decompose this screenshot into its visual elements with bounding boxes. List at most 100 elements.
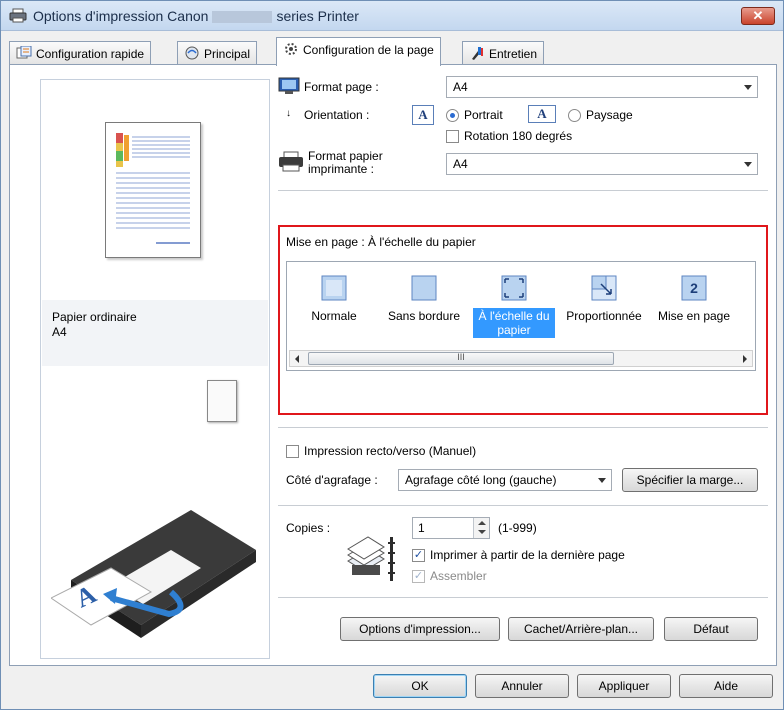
page-preview xyxy=(105,122,201,258)
separator xyxy=(278,505,768,506)
layout-item-label-line1: À l'échelle du xyxy=(478,309,550,323)
scaled-layout-icon xyxy=(591,275,617,301)
ok-button[interactable]: OK xyxy=(373,674,467,698)
quick-setup-icon xyxy=(16,46,32,59)
printer-illustration: A xyxy=(51,510,256,638)
reverse-order-checkbox[interactable]: ✓ xyxy=(412,549,425,562)
layout-item-page-layout[interactable]: 2 Mise en page xyxy=(649,262,739,348)
printer-paper-size-label: Format papier imprimante : xyxy=(308,150,383,176)
fit-to-page-icon xyxy=(501,275,527,301)
stapling-side-value: Agrafage côté long (gauche) xyxy=(405,473,557,487)
page-layout-list: Normale Sans bordure À l'échelle du papi… xyxy=(286,261,756,371)
tab-quick-setup[interactable]: Configuration rapide xyxy=(9,41,152,65)
print-options-window: Options d'impression Canon series Printer… xyxy=(0,0,784,710)
window-title-prefix: Options d'impression Canon xyxy=(33,8,209,24)
layout-item-label: Normale xyxy=(311,309,357,323)
tab-maintenance-label: Entretien xyxy=(489,47,538,61)
landscape-radio[interactable] xyxy=(568,109,581,122)
tab-page-setup-label: Configuration de la page xyxy=(303,43,434,57)
print-options-button[interactable]: Options d'impression... xyxy=(340,617,500,641)
copies-value: 1 xyxy=(418,521,425,535)
page-size-value: A4 xyxy=(453,80,468,94)
printer-paper-icon xyxy=(279,151,303,172)
landscape-orientation-icon: A xyxy=(528,105,556,123)
cancel-button[interactable]: Annuler xyxy=(475,674,569,698)
layout-item-scaled[interactable]: Proportionnée xyxy=(559,262,649,348)
page-size-icon xyxy=(278,77,300,94)
reverse-order-label: Imprimer à partir de la dernière page xyxy=(430,548,625,562)
layout-item-label: À l'échelle du papier xyxy=(473,308,555,338)
printer-paper-size-value: A4 xyxy=(453,157,468,171)
printer-paper-size-select[interactable]: A4 xyxy=(446,153,758,175)
layout-horizontal-scrollbar[interactable]: III xyxy=(289,350,753,367)
layout-item-normal[interactable]: Normale xyxy=(289,262,379,348)
specify-margin-button[interactable]: Spécifier la marge... xyxy=(622,468,758,492)
maintenance-icon xyxy=(472,47,483,60)
chevron-down-icon xyxy=(744,85,752,90)
page-preview-graphic xyxy=(116,133,190,244)
help-button[interactable]: Aide xyxy=(679,674,773,698)
rotate-180-label: Rotation 180 degrés xyxy=(464,129,573,143)
scroll-right-icon[interactable] xyxy=(743,355,747,363)
page-layout-badge: 2 xyxy=(690,280,698,296)
redacted-model xyxy=(212,11,273,24)
apply-button[interactable]: Appliquer xyxy=(577,674,671,698)
duplex-checkbox[interactable] xyxy=(286,445,299,458)
borderless-layout-icon xyxy=(411,275,437,301)
separator xyxy=(278,190,768,191)
rotate-180-checkbox[interactable] xyxy=(446,130,459,143)
spin-up-icon[interactable] xyxy=(478,521,486,525)
page-layout-label: Mise en page : À l'échelle du papier xyxy=(286,235,476,249)
orientation-label: Orientation : xyxy=(304,108,370,122)
spin-down-icon[interactable] xyxy=(478,530,486,534)
close-button[interactable]: ✕ xyxy=(741,7,775,25)
printer-paper-size-label-line2: imprimante : xyxy=(308,162,375,176)
portrait-orientation-icon: A xyxy=(412,105,434,125)
paper-info: Papier ordinaire A4 xyxy=(42,300,268,366)
page-setup-panel: Papier ordinaire A4 A Format page : A4 ↓… xyxy=(9,64,777,666)
copies-range-label: (1-999) xyxy=(498,521,537,535)
copies-label: Copies : xyxy=(286,521,331,535)
page-setup-icon xyxy=(285,43,297,55)
layout-item-fit-to-page[interactable]: À l'échelle du papier xyxy=(469,262,559,348)
tab-page-setup[interactable]: Configuration de la page xyxy=(276,37,441,66)
scrollbar-grip: III xyxy=(457,352,465,362)
copies-stepper[interactable]: 1 xyxy=(412,517,490,539)
landscape-label: Paysage xyxy=(586,108,633,122)
layout-item-label: Proportionnée xyxy=(566,309,642,323)
normal-layout-icon xyxy=(321,275,347,301)
portrait-label: Portrait xyxy=(464,108,503,122)
layout-item-label: Sans bordure xyxy=(387,309,461,323)
layout-item-borderless[interactable]: Sans bordure xyxy=(379,262,469,348)
collate-label: Assembler xyxy=(430,569,487,583)
portrait-radio[interactable] xyxy=(446,109,459,122)
orientation-bullet: ↓ xyxy=(286,108,291,119)
page-size-select[interactable]: A4 xyxy=(446,76,758,98)
stamp-background-button[interactable]: Cachet/Arrière-plan... xyxy=(508,617,654,641)
stapling-side-select[interactable]: Agrafage côté long (gauche) xyxy=(398,469,612,491)
media-type-text: Papier ordinaire xyxy=(52,310,137,324)
tab-maintenance[interactable]: Entretien xyxy=(462,41,545,65)
tab-bar: Configuration rapide Principal Configura… xyxy=(9,37,777,66)
chevron-down-icon xyxy=(744,162,752,167)
paper-orientation-preview xyxy=(207,380,237,422)
tab-main[interactable]: Principal xyxy=(177,41,258,65)
collate-checkbox[interactable]: ✓ xyxy=(412,570,425,583)
title-bar: Options d'impression Canon series Printer… xyxy=(1,1,783,31)
scroll-left-icon[interactable] xyxy=(295,355,299,363)
main-icon xyxy=(185,46,199,60)
duplex-label: Impression recto/verso (Manuel) xyxy=(304,444,477,458)
preview-pane: Papier ordinaire A4 A xyxy=(40,79,270,659)
separator xyxy=(278,427,768,428)
paper-size-text: A4 xyxy=(52,325,67,339)
window-title-suffix: series Printer xyxy=(276,8,359,24)
defaults-button[interactable]: Défaut xyxy=(664,617,758,641)
close-icon: ✕ xyxy=(752,8,764,23)
copies-spin-buttons[interactable] xyxy=(473,518,489,538)
tab-main-label: Principal xyxy=(204,47,251,61)
scrollbar-thumb[interactable]: III xyxy=(308,352,614,365)
separator xyxy=(278,597,768,598)
printer-app-icon xyxy=(9,8,27,23)
copies-icon xyxy=(347,536,395,581)
page-size-label: Format page : xyxy=(304,80,379,94)
